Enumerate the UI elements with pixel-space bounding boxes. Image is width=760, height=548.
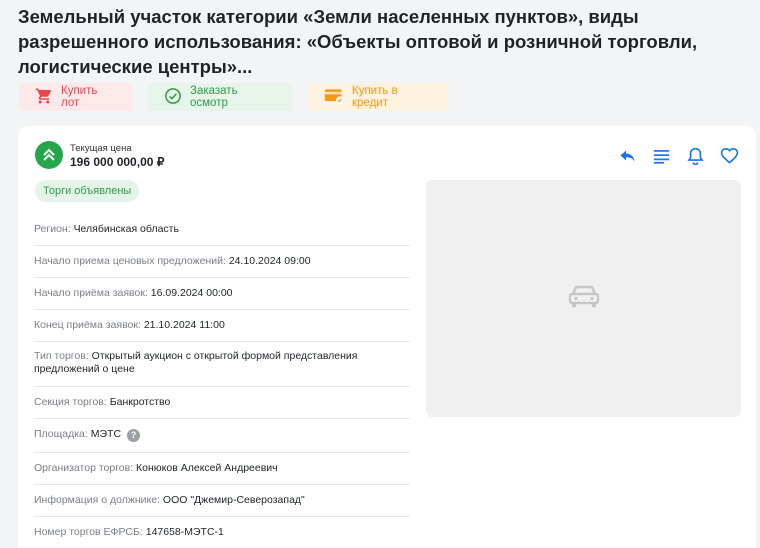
detail-label: Номер торгов ЕФРСБ: xyxy=(34,526,143,538)
detail-row-debtor: Информация о должнике: ООО "Джемир-Север… xyxy=(34,485,410,517)
help-icon[interactable]: ? xyxy=(126,429,140,442)
car-placeholder-icon xyxy=(567,283,601,314)
status-badge: Торги объявлены xyxy=(35,180,140,202)
detail-value: 147658-МЭТС-1 xyxy=(145,526,224,538)
detail-label: Секция торгов: xyxy=(34,396,107,408)
detail-row-region: Регион: Челябинская область xyxy=(34,214,410,246)
buy-lot-button[interactable]: Купить лот xyxy=(19,83,132,111)
bell-icon[interactable] xyxy=(686,146,705,165)
detail-label: Начало приема ценовых предложений: xyxy=(34,255,226,267)
detail-value: ООО "Джемир-Северозапад" xyxy=(162,494,305,506)
detail-label: Организатор торгов: xyxy=(34,462,134,474)
detail-label: Регион: xyxy=(34,223,71,235)
detail-label: Информация о должнике: xyxy=(34,494,160,506)
detail-row-bids-start: Начало приема ценовых предложений: 24.10… xyxy=(34,246,410,278)
detail-row-section: Секция торгов: Банкротство xyxy=(34,387,410,419)
detail-value: 16.09.2024 00:00 xyxy=(150,287,233,299)
buy-on-credit-label: Купить в кредит xyxy=(352,85,398,109)
detail-value: Банкротство xyxy=(109,396,171,408)
price-label: Текущая цена xyxy=(70,143,132,154)
detail-value: Конюков Алексей Андреевич xyxy=(136,462,278,474)
detail-row-applications-end: Конец приёма заявок: 21.10.2024 11:00 xyxy=(34,310,410,342)
order-viewing-label: Заказать осмотр xyxy=(190,85,238,109)
action-bar: Купить лот Заказать осмотр Купить в кред… xyxy=(19,83,448,111)
cart-icon xyxy=(35,87,53,108)
detail-row-auction-type: Тип торгов: Открытый аукцион с открытой … xyxy=(34,342,410,387)
price-value: 196 000 000,00 ₽ xyxy=(70,155,165,169)
price-up-icon xyxy=(35,141,63,169)
detail-row-efrsb-number: Номер торгов ЕФРСБ: 147658-МЭТС-1 xyxy=(34,517,410,548)
order-viewing-button[interactable]: Заказать осмотр xyxy=(148,83,292,111)
buy-lot-label: Купить лот xyxy=(61,85,98,109)
heart-icon[interactable] xyxy=(720,146,739,165)
detail-row-organizer: Организатор торгов: Конюков Алексей Андр… xyxy=(34,453,410,485)
detail-value: МЭТС xyxy=(90,428,122,440)
lot-title: Земельный участок категории «Земли насел… xyxy=(18,6,698,77)
detail-label: Тип торгов: xyxy=(34,350,89,362)
lot-details: Регион: Челябинская область Начало прием… xyxy=(34,214,410,548)
detail-value: 21.10.2024 11:00 xyxy=(143,319,225,331)
reply-icon[interactable] xyxy=(618,146,637,165)
lot-toolbar xyxy=(618,146,739,165)
lot-card: Текущая цена 196 000 000,00 ₽ Торги объя… xyxy=(18,126,756,548)
detail-label: Конец приёма заявок: xyxy=(34,319,141,331)
lot-image-placeholder[interactable] xyxy=(426,180,741,417)
check-circle-icon xyxy=(164,87,182,108)
detail-label: Начало приёма заявок: xyxy=(34,287,148,299)
buy-on-credit-button[interactable]: Купить в кредит xyxy=(308,83,448,111)
detail-row-platform: Площадка: МЭТС ? xyxy=(34,419,410,453)
detail-label: Площадка: xyxy=(34,428,88,440)
detail-value: 24.10.2024 09:00 xyxy=(228,255,311,267)
detail-value: Челябинская область xyxy=(73,223,179,235)
detail-row-applications-start: Начало приёма заявок: 16.09.2024 00:00 xyxy=(34,278,410,310)
list-icon[interactable] xyxy=(652,146,671,165)
credit-card-icon xyxy=(324,87,344,108)
